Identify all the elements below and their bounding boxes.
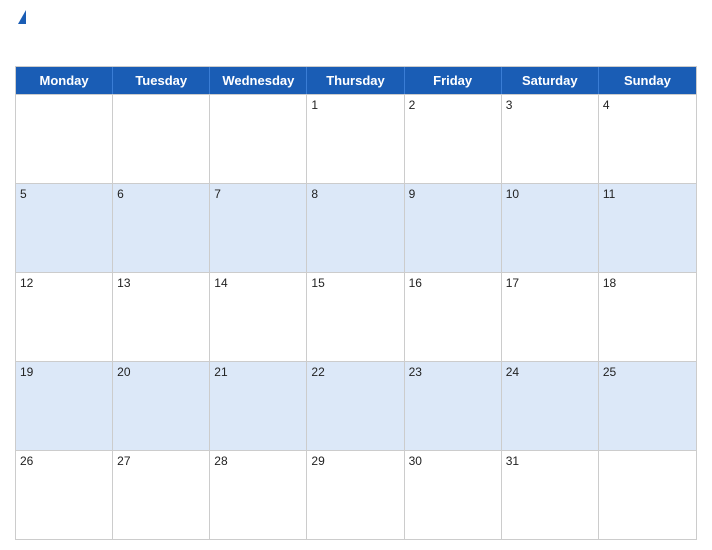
day-number: 22 xyxy=(311,365,324,379)
day-number: 5 xyxy=(20,187,27,201)
calendar-cell: 19 xyxy=(16,362,113,450)
day-number: 28 xyxy=(214,454,227,468)
day-number: 19 xyxy=(20,365,33,379)
calendar-week: 19 20 21 22 23 24 25 xyxy=(16,361,696,450)
calendar-cell: 22 xyxy=(307,362,404,450)
day-number: 2 xyxy=(409,98,416,112)
day-number: 23 xyxy=(409,365,422,379)
calendar-cell: 6 xyxy=(113,184,210,272)
calendar-body: 1234567891011121314151617181920212223242… xyxy=(16,94,696,539)
calendar-header-cell: Wednesday xyxy=(210,67,307,94)
logo-triangle-icon xyxy=(18,10,26,24)
day-number: 12 xyxy=(20,276,33,290)
calendar-week: 1 2 3 4 xyxy=(16,94,696,183)
day-number: 8 xyxy=(311,187,318,201)
calendar-cell: 5 xyxy=(16,184,113,272)
day-number: 30 xyxy=(409,454,422,468)
calendar-cell: 4 xyxy=(599,95,696,183)
day-number: 18 xyxy=(603,276,616,290)
calendar-cell: 21 xyxy=(210,362,307,450)
calendar-cell xyxy=(16,95,113,183)
calendar-cell: 13 xyxy=(113,273,210,361)
calendar-cell: 26 xyxy=(16,451,113,539)
day-number: 31 xyxy=(506,454,519,468)
calendar-cell: 1 xyxy=(307,95,404,183)
day-number: 14 xyxy=(214,276,227,290)
logo-blue xyxy=(15,10,26,24)
day-number: 11 xyxy=(603,187,615,201)
calendar-page: MondayTuesdayWednesdayThursdayFridaySatu… xyxy=(0,0,712,550)
calendar-header-cell: Thursday xyxy=(307,67,404,94)
day-number: 27 xyxy=(117,454,130,468)
calendar-cell: 12 xyxy=(16,273,113,361)
calendar-cell: 14 xyxy=(210,273,307,361)
day-number: 1 xyxy=(311,98,318,112)
day-number: 24 xyxy=(506,365,519,379)
calendar-cell: 25 xyxy=(599,362,696,450)
day-number: 7 xyxy=(214,187,221,201)
calendar-header-cell: Tuesday xyxy=(113,67,210,94)
calendar-week: 12 13 14 15 16 17 18 xyxy=(16,272,696,361)
calendar-cell: 18 xyxy=(599,273,696,361)
calendar-cell: 28 xyxy=(210,451,307,539)
calendar-cell: 7 xyxy=(210,184,307,272)
calendar-cell: 9 xyxy=(405,184,502,272)
calendar-cell: 30 xyxy=(405,451,502,539)
day-number: 26 xyxy=(20,454,33,468)
calendar-cell: 3 xyxy=(502,95,599,183)
day-number: 13 xyxy=(117,276,130,290)
day-number: 15 xyxy=(311,276,324,290)
calendar: MondayTuesdayWednesdayThursdayFridaySatu… xyxy=(15,66,697,540)
calendar-header-cell: Monday xyxy=(16,67,113,94)
calendar-header-cell: Saturday xyxy=(502,67,599,94)
day-number: 25 xyxy=(603,365,616,379)
calendar-cell: 27 xyxy=(113,451,210,539)
calendar-cell: 15 xyxy=(307,273,404,361)
calendar-cell: 31 xyxy=(502,451,599,539)
day-number: 9 xyxy=(409,187,416,201)
calendar-week: 5 6 7 8 9 10 11 xyxy=(16,183,696,272)
calendar-cell: 11 xyxy=(599,184,696,272)
header xyxy=(15,10,697,60)
calendar-cell: 20 xyxy=(113,362,210,450)
day-number: 17 xyxy=(506,276,519,290)
day-number: 10 xyxy=(506,187,519,201)
calendar-cell xyxy=(210,95,307,183)
calendar-cell: 23 xyxy=(405,362,502,450)
day-number: 29 xyxy=(311,454,324,468)
calendar-cell: 16 xyxy=(405,273,502,361)
calendar-cell: 24 xyxy=(502,362,599,450)
day-number: 4 xyxy=(603,98,610,112)
calendar-cell: 10 xyxy=(502,184,599,272)
day-number: 16 xyxy=(409,276,422,290)
calendar-cell xyxy=(113,95,210,183)
day-number: 6 xyxy=(117,187,124,201)
calendar-week: 26 27 28 29 30 31 xyxy=(16,450,696,539)
calendar-header-cell: Sunday xyxy=(599,67,696,94)
calendar-header-row: MondayTuesdayWednesdayThursdayFridaySatu… xyxy=(16,67,696,94)
day-number: 21 xyxy=(214,365,227,379)
calendar-cell: 29 xyxy=(307,451,404,539)
calendar-cell: 17 xyxy=(502,273,599,361)
day-number: 3 xyxy=(506,98,513,112)
day-number: 20 xyxy=(117,365,130,379)
calendar-cell xyxy=(599,451,696,539)
calendar-cell: 2 xyxy=(405,95,502,183)
logo xyxy=(15,10,26,24)
calendar-header-cell: Friday xyxy=(405,67,502,94)
calendar-cell: 8 xyxy=(307,184,404,272)
